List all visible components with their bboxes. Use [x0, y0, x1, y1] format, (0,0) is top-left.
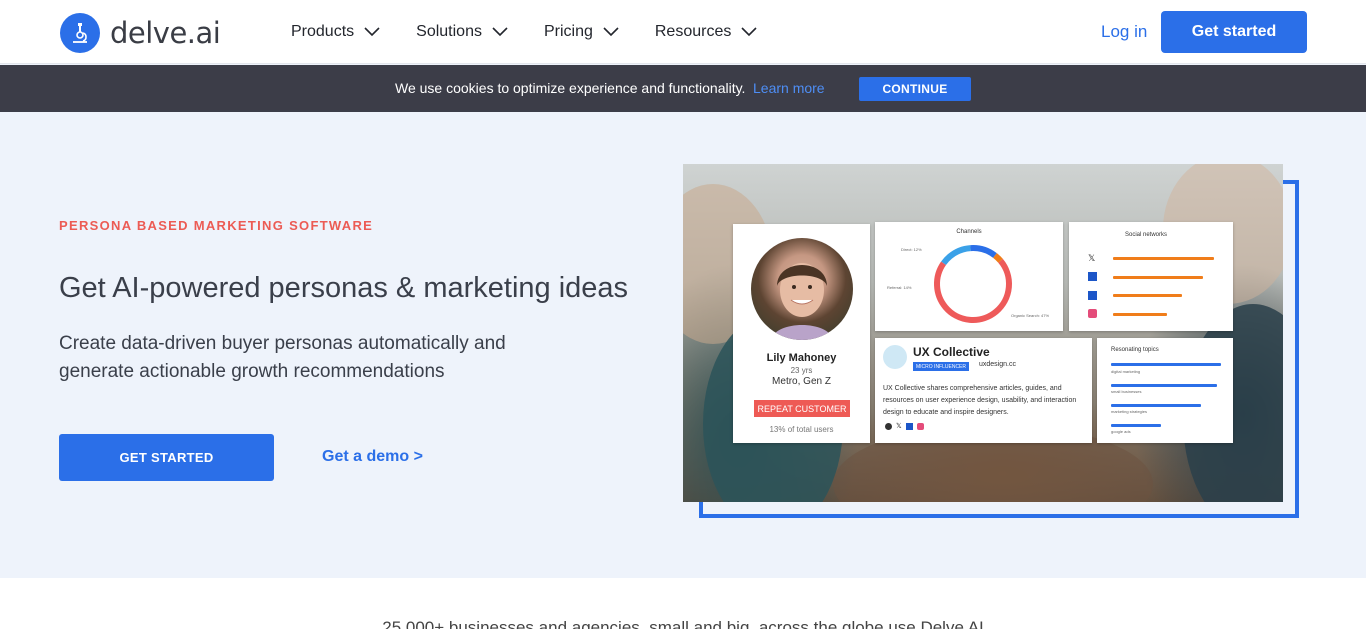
- influencer-card: UX Collective MICRO INFLUENCER uxdesign.…: [875, 338, 1092, 443]
- get-demo-link[interactable]: Get a demo >: [322, 448, 423, 466]
- instagram-icon: [1088, 309, 1097, 318]
- topics-title: Resonating topics: [1111, 347, 1159, 353]
- login-link[interactable]: Log in: [1101, 22, 1147, 42]
- nav-pricing[interactable]: Pricing: [544, 23, 619, 41]
- topic-label: small businesses: [1111, 389, 1142, 394]
- channel-label: Direct: 12%: [901, 247, 922, 252]
- channels-donut-chart: [934, 245, 1012, 323]
- micro-influencer-badge: MICRO INFLUENCER: [913, 362, 970, 371]
- nav-label: Solutions: [416, 23, 482, 40]
- persona-segment: Metro, Gen Z: [772, 376, 831, 387]
- persona-avatar: [751, 238, 853, 340]
- nav-products[interactable]: Products: [291, 23, 380, 41]
- influencer-name: UX Collective: [913, 345, 990, 359]
- topic-bar: [1111, 404, 1201, 407]
- channel-label: Organic Search: 47%: [1011, 313, 1050, 318]
- get-started-button[interactable]: Get started: [1161, 11, 1307, 53]
- resonating-topics-card: Resonating topics digital marketing smal…: [1097, 338, 1233, 443]
- social-bar: [1113, 276, 1203, 279]
- channels-card: Channels Direct: 12% Referral: 14% Organ…: [875, 222, 1063, 331]
- hero-get-started-button[interactable]: GET STARTED: [59, 434, 274, 481]
- persona-name: Lily Mahoney: [766, 352, 837, 364]
- chevron-down-icon: [741, 27, 757, 37]
- channels-title: Channels: [956, 229, 982, 235]
- social-bar: [1113, 257, 1214, 260]
- x-icon: 𝕏: [896, 423, 902, 430]
- topic-bar: [1111, 363, 1221, 366]
- nav-label: Products: [291, 23, 355, 40]
- topic-label: marketing strategies: [1111, 409, 1148, 414]
- social-title: Social networks: [1125, 232, 1168, 238]
- chevron-down-icon: [492, 27, 508, 37]
- instagram-icon: [916, 423, 924, 430]
- ux-collective-avatar: [883, 345, 907, 369]
- persona-age: 23 yrs: [790, 366, 813, 375]
- topic-bar: [1111, 384, 1217, 387]
- social-proof-section: 25,000+ businesses and agencies, small a…: [0, 578, 1366, 629]
- cookie-banner: We use cookies to optimize experience an…: [0, 65, 1366, 112]
- nav-label: Resources: [654, 23, 732, 40]
- social-bar: [1113, 294, 1182, 297]
- channel-label: Referral: 14%: [887, 285, 912, 290]
- influencer-social-icons: 𝕏: [885, 423, 924, 430]
- facebook-icon: [1088, 272, 1097, 281]
- logo-text: delve.ai: [110, 16, 221, 50]
- facebook-icon: [905, 423, 913, 430]
- linkedin-icon: [1088, 291, 1097, 300]
- nav-label: Pricing: [543, 23, 593, 40]
- repeat-customer-badge: REPEAT CUSTOMER: [754, 400, 850, 417]
- learn-more-link[interactable]: Learn more: [753, 80, 825, 96]
- hero-eyebrow: PERSONA BASED MARKETING SOFTWARE: [59, 218, 374, 233]
- social-bar: [1113, 313, 1167, 316]
- site-header: delve.ai Products Solutions Pricing Reso…: [0, 0, 1366, 64]
- influencer-url: uxdesign.cc: [979, 361, 1016, 368]
- main-nav: Products Solutions Pricing Resources: [291, 0, 793, 64]
- nav-solutions[interactable]: Solutions: [416, 23, 508, 41]
- influencer-description: UX Collective shares comprehensive artic…: [883, 385, 1077, 416]
- hero-headline: Get AI-powered personas & marketing idea…: [59, 272, 629, 304]
- chevron-down-icon: [603, 27, 619, 37]
- social-proof-text: 25,000+ businesses and agencies, small a…: [382, 618, 984, 629]
- topic-label: google ads: [1111, 429, 1131, 434]
- microscope-icon: [60, 13, 100, 53]
- x-icon: 𝕏: [1088, 253, 1096, 263]
- hero-subheadline: Create data-driven buyer personas automa…: [59, 333, 506, 382]
- chevron-down-icon: [364, 27, 380, 37]
- logo[interactable]: delve.ai: [60, 13, 221, 53]
- nav-resources[interactable]: Resources: [655, 23, 757, 41]
- persona-share: 13% of total users: [769, 425, 834, 434]
- globe-icon: [885, 423, 892, 430]
- social-networks-card: Social networks 𝕏: [1069, 222, 1233, 331]
- continue-button[interactable]: CONTINUE: [859, 77, 971, 101]
- topic-bar: [1111, 424, 1161, 427]
- cookie-text: We use cookies to optimize experience an…: [395, 80, 746, 96]
- topic-label: digital marketing: [1111, 369, 1141, 374]
- persona-card: Lily Mahoney 23 yrs Metro, Gen Z REPEAT …: [733, 224, 870, 443]
